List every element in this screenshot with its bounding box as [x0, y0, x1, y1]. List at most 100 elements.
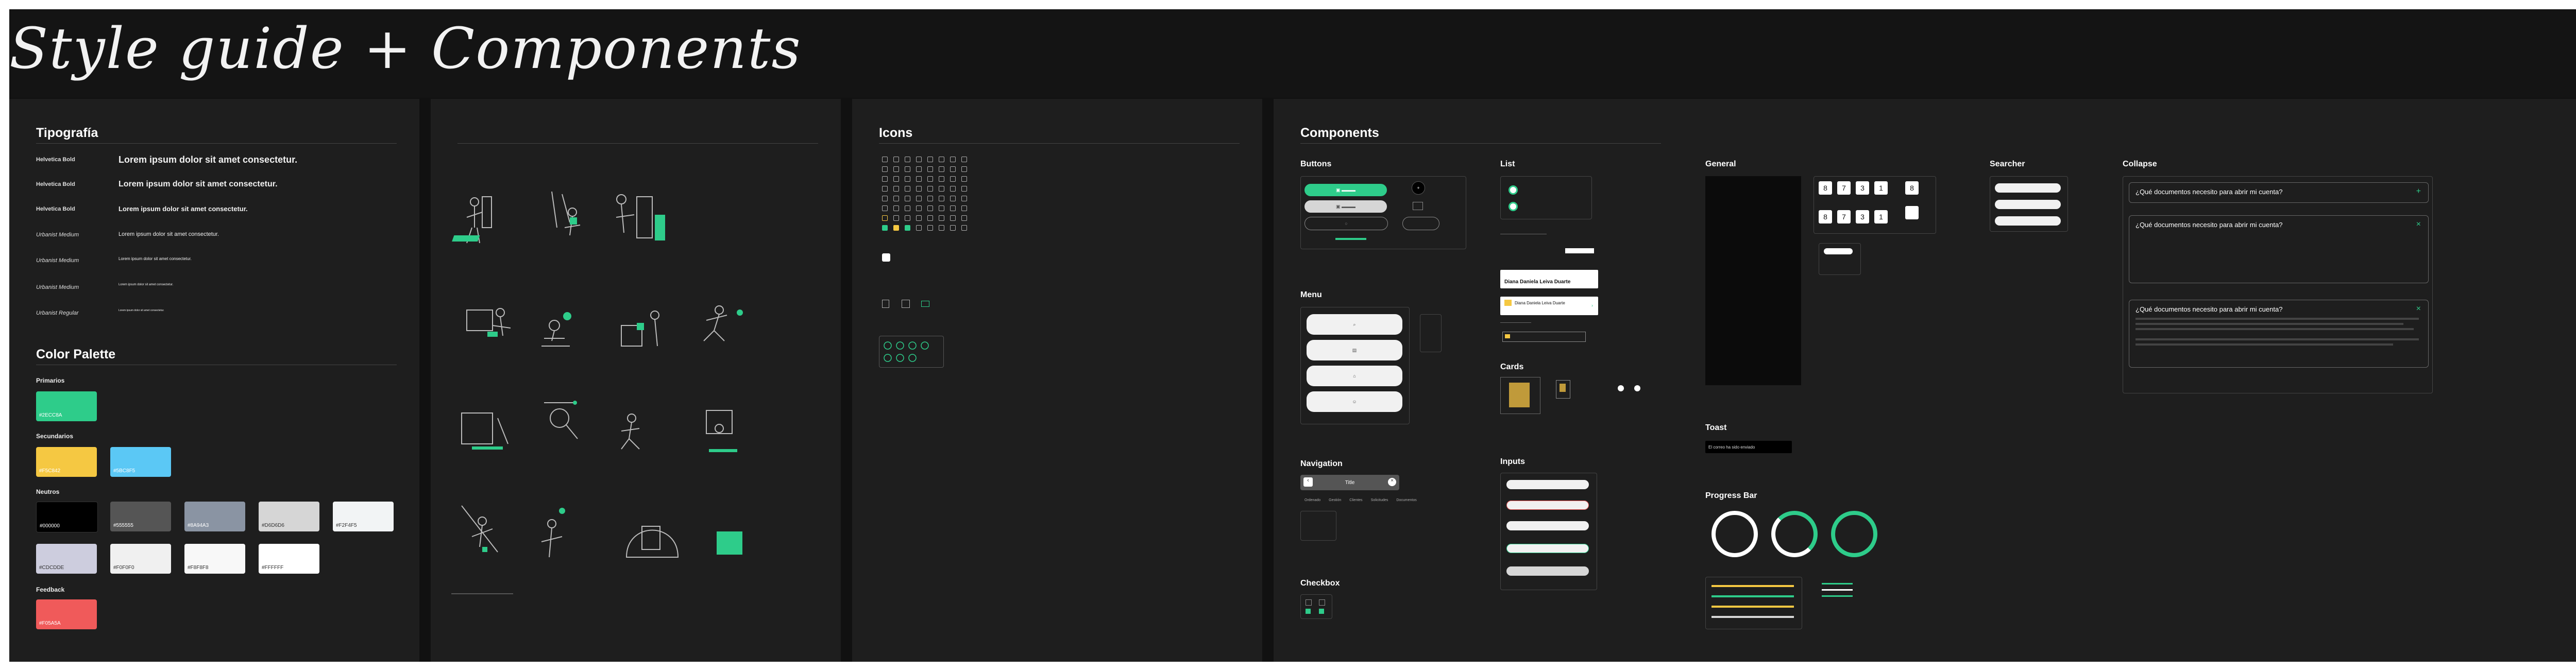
progress-ring	[1831, 511, 1877, 557]
carousel-dot[interactable]	[1618, 385, 1624, 391]
checkbox-frame	[1300, 594, 1332, 619]
toast-message: El correo ha sido enviado	[1705, 441, 1792, 453]
typo-sample: Lorem ipsum dolor sit amet consectetur.	[118, 256, 192, 261]
list-card[interactable]: Diana Daniela Leiva Duarte	[1500, 270, 1598, 288]
numpad-key[interactable]: 1	[1874, 210, 1888, 223]
toast-title: Toast	[1705, 423, 1727, 432]
numpad-key[interactable]: 7	[1837, 210, 1851, 223]
header: Style guide + Components	[9, 9, 2576, 98]
palette-secundarios-label: Secundarios	[36, 433, 74, 440]
palette-title: Color Palette	[36, 347, 116, 362]
collapse-item-open[interactable]: ¿Qué documentos necesito para abrir mi c…	[2129, 300, 2429, 368]
typo-sample: Lorem ipsum dolor sit amet consectetur.	[118, 154, 298, 165]
close-icon[interactable]: ×	[2416, 304, 2421, 314]
list-radio-icon[interactable]	[1509, 202, 1518, 211]
typo-sample: Lorem ipsum dolor sit amet consectetur.	[118, 205, 248, 213]
menu-item-search[interactable]: ⌕	[1307, 314, 1402, 335]
list-frame	[1500, 176, 1592, 219]
flag-icon	[1504, 300, 1512, 306]
list-card-link[interactable]: ›	[1591, 303, 1593, 308]
menu-item-home[interactable]: ⌂	[1307, 366, 1402, 386]
inputs-title: Inputs	[1500, 457, 1525, 466]
numpad-key[interactable]: 7	[1837, 181, 1851, 195]
carousel-dot[interactable]	[1634, 385, 1640, 391]
text-link[interactable]	[1335, 238, 1366, 240]
panel-illustrations	[431, 99, 841, 662]
tab-item[interactable]: Documentos	[1396, 498, 1416, 502]
flag-icon	[1505, 334, 1510, 338]
outline-button[interactable]: ○	[1304, 217, 1388, 230]
plus-icon[interactable]: +	[2416, 187, 2421, 196]
search-input[interactable]	[1995, 216, 2061, 226]
close-icon[interactable]: ×	[2416, 220, 2421, 229]
back-icon[interactable]: ‹	[1303, 477, 1313, 487]
collapse-item-closed[interactable]: ¿Qué documentos necesito para abrir mi c…	[2129, 182, 2429, 203]
numpad-key-empty[interactable]	[1905, 206, 1919, 219]
cards-title: Cards	[1500, 363, 1524, 371]
close-icon[interactable]: ×	[1388, 478, 1396, 486]
navigation-title: Navigation	[1300, 459, 1343, 468]
list-card[interactable]: Diana Daniela Leiva Duarte ›	[1500, 297, 1598, 315]
icon-circle-set	[879, 336, 944, 368]
round-button[interactable]: +	[1412, 181, 1425, 195]
numpad-key[interactable]: 3	[1856, 210, 1869, 223]
palette-feedback-label: Feedback	[36, 586, 65, 593]
mini-bar	[1822, 583, 1853, 584]
typo-sample: Lorem ipsum dolor sit amet consectetur.	[118, 309, 164, 312]
swatch-red: #F05A5A	[36, 599, 97, 629]
menu-item-folder[interactable]: ▤	[1307, 340, 1402, 360]
swatch-primary: #2ECC8A	[36, 391, 97, 421]
outline-small-button[interactable]	[1402, 217, 1439, 230]
list-card-name: Diana Daniela Leiva Duarte	[1504, 279, 1571, 285]
collapse-question: ¿Qué documentos necesito para abrir mi c…	[2136, 305, 2283, 313]
secondary-button[interactable]: ▣ ▬▬▬	[1304, 200, 1387, 213]
list-input[interactable]	[1502, 332, 1586, 342]
menu-item-user[interactable]: ☺	[1307, 391, 1402, 412]
list-radio-icon[interactable]	[1509, 185, 1518, 195]
progress-bar	[1711, 606, 1794, 608]
checkbox-checked[interactable]	[1306, 609, 1311, 614]
text-input[interactable]	[1506, 521, 1589, 530]
swatch-neutral: #8A94A3	[184, 502, 245, 531]
numpad-key[interactable]: 8	[1819, 181, 1832, 195]
list-badge	[1565, 248, 1594, 253]
search-input[interactable]	[1995, 200, 2061, 209]
progress-ring	[1711, 511, 1758, 557]
checkbox-unchecked[interactable]	[1306, 599, 1312, 606]
primary-button[interactable]: ▣ ▬▬▬	[1304, 184, 1387, 196]
text-input-focus[interactable]	[1506, 544, 1589, 553]
grid-icon[interactable]	[1413, 202, 1423, 210]
buttons-title: Buttons	[1300, 160, 1332, 168]
typo-sample: Lorem ipsum dolor sit amet consectetur.	[118, 283, 174, 286]
checkbox-checked[interactable]	[1319, 609, 1324, 614]
tab-item[interactable]: Gestión	[1329, 498, 1341, 502]
mini-toggle[interactable]	[1824, 248, 1853, 254]
numpad-key[interactable]: 8	[1905, 181, 1919, 195]
progress-ring	[1771, 511, 1818, 557]
text-input-error[interactable]	[1506, 501, 1589, 510]
swatch-yellow: #F5C842	[36, 447, 97, 477]
tab-item[interactable]: Clientes	[1349, 498, 1362, 502]
numpad-key[interactable]: 1	[1874, 181, 1888, 195]
tab-item[interactable]: Ordenado	[1304, 498, 1320, 502]
menu-vertical	[1420, 314, 1442, 352]
text-input-disabled[interactable]	[1506, 566, 1589, 576]
card-small[interactable]	[1556, 380, 1570, 399]
tab-item[interactable]: Solicitudes	[1371, 498, 1388, 502]
text-input[interactable]	[1506, 480, 1589, 489]
swatch-neutral: #D6D6D6	[259, 502, 319, 531]
collapse-item-open[interactable]: ¿Qué documentos necesito para abrir mi c…	[2129, 215, 2429, 283]
search-input[interactable]	[1995, 183, 2061, 193]
icon-sample	[921, 301, 929, 307]
numpad-key[interactable]: 3	[1856, 181, 1869, 195]
searcher-title: Searcher	[1990, 160, 2025, 168]
swatch-neutral: #F2F4F5	[333, 502, 394, 531]
numpad-key[interactable]: 8	[1819, 210, 1832, 223]
page-title: Style guide + Components	[9, 15, 802, 81]
components-title: Components	[1300, 126, 1379, 140]
checkbox-unchecked[interactable]	[1319, 599, 1325, 606]
icon-set	[882, 157, 968, 231]
typography-title: Tipografía	[36, 126, 98, 140]
typo-label: Helvetica Bold	[36, 206, 75, 212]
menu-title: Menu	[1300, 290, 1322, 299]
